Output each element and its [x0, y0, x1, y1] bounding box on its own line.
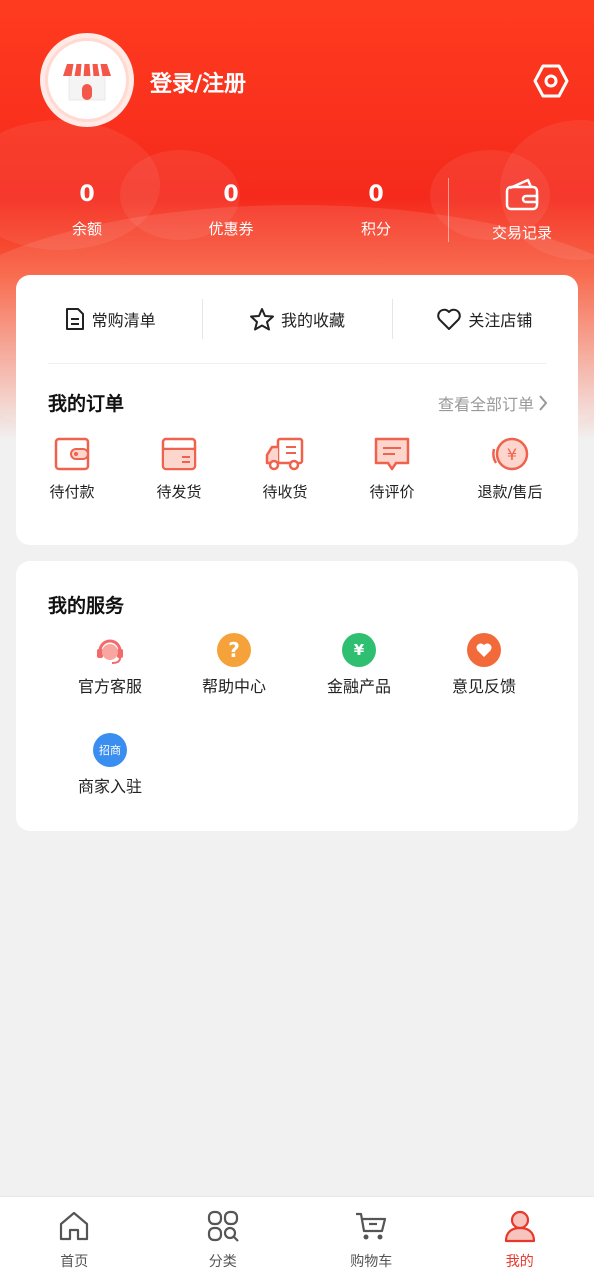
cart-icon	[356, 1212, 387, 1240]
order-label: 退款/售后	[477, 483, 543, 501]
list-icon	[65, 308, 84, 330]
quick-link-label: 常购清单	[91, 311, 156, 330]
order-to-receive[interactable]: 待收货	[240, 435, 330, 502]
wallet-icon	[54, 437, 90, 471]
orders-title: 我的订单	[48, 393, 125, 415]
coupon-value: 0	[223, 182, 239, 207]
service-help-center[interactable]: ? 帮助中心	[179, 633, 289, 697]
quick-link-label: 我的收藏	[280, 311, 345, 330]
service-label: 商家入驻	[77, 777, 142, 796]
divider	[202, 299, 203, 339]
svg-text:¥: ¥	[507, 445, 517, 464]
order-pending-payment[interactable]: 待付款	[27, 435, 117, 502]
finance-glyph: ¥	[353, 641, 365, 659]
merchant-glyph: 招商	[99, 744, 121, 757]
stat-divider	[448, 178, 449, 242]
truck-icon	[265, 437, 304, 471]
tab-label: 分类	[208, 1254, 237, 1270]
settings-icon	[533, 64, 569, 98]
balance-label: 余额	[71, 220, 102, 238]
view-all-label: 查看全部订单	[437, 395, 534, 414]
divider	[392, 299, 393, 339]
quick-link-shopping-list[interactable]: 常购清单	[16, 275, 203, 363]
tab-label: 我的	[505, 1254, 534, 1270]
view-all-orders-link[interactable]: 查看全部订单	[438, 391, 548, 415]
tab-home[interactable]: 首页	[0, 1197, 149, 1280]
merchant-icon: 招商	[93, 733, 127, 767]
wallet-icon	[505, 178, 539, 211]
service-label: 官方客服	[77, 677, 142, 696]
tab-me[interactable]: 我的	[446, 1197, 594, 1280]
services-card: 我的服务 官方客服 ? 帮助中心 ¥ 金融产品 意见反馈 招商 商家入驻	[16, 561, 578, 831]
chevron-right-icon	[539, 395, 548, 411]
order-to-ship[interactable]: 待发货	[134, 435, 224, 502]
heart-icon	[437, 308, 462, 330]
points-stat[interactable]: 0 积分	[316, 180, 436, 239]
order-refund[interactable]: ¥ 退款/售后	[465, 435, 555, 502]
settings-button[interactable]	[532, 62, 570, 100]
tab-label: 首页	[60, 1254, 89, 1270]
finance-icon: ¥	[342, 633, 376, 667]
home-icon	[60, 1211, 89, 1241]
order-label: 待发货	[156, 483, 202, 501]
points-value: 0	[368, 182, 384, 207]
star-icon	[249, 308, 274, 331]
orders-card: 常购清单 我的收藏 关注店铺 我的订单 查看全部订单 待付款 待发货 待收货 待…	[16, 275, 578, 545]
order-label: 待收货	[262, 483, 308, 501]
order-label: 待付款	[49, 483, 95, 501]
tab-category[interactable]: 分类	[149, 1197, 298, 1280]
user-icon	[504, 1210, 535, 1243]
service-merchant-join[interactable]: 招商 商家入驻	[55, 733, 165, 797]
order-label: 待评价	[369, 483, 415, 501]
comment-icon	[374, 437, 410, 471]
feedback-icon	[467, 633, 501, 667]
coupon-stat[interactable]: 0 优惠券	[171, 180, 291, 239]
login-register-link[interactable]: 登录/注册	[150, 66, 246, 98]
transactions-label: 交易记录	[491, 224, 552, 242]
service-finance[interactable]: ¥ 金融产品	[304, 633, 414, 697]
service-feedback[interactable]: 意见反馈	[429, 633, 539, 697]
order-to-review[interactable]: 待评价	[347, 435, 437, 502]
services-title: 我的服务	[48, 595, 125, 617]
tab-cart[interactable]: 购物车	[297, 1197, 446, 1280]
service-label: 帮助中心	[201, 677, 266, 696]
quick-link-favorites[interactable]: 我的收藏	[203, 275, 390, 363]
quick-link-label: 关注店铺	[468, 311, 533, 330]
store-icon	[63, 63, 111, 101]
bottom-tab-bar: 首页 分类 购物车 我的	[0, 1196, 594, 1280]
service-label: 意见反馈	[451, 677, 516, 696]
service-customer-support[interactable]: 官方客服	[55, 633, 165, 697]
headset-icon	[93, 633, 127, 667]
avatar[interactable]	[40, 33, 134, 127]
tab-label: 购物车	[350, 1254, 393, 1270]
category-icon	[207, 1210, 239, 1242]
coupon-label: 优惠券	[208, 220, 254, 238]
question-glyph: ?	[228, 638, 240, 662]
service-label: 金融产品	[326, 677, 391, 696]
balance-value: 0	[79, 182, 95, 207]
question-icon: ?	[217, 633, 251, 667]
balance-stat[interactable]: 0 余额	[27, 180, 147, 239]
quick-link-followed-shops[interactable]: 关注店铺	[391, 275, 578, 363]
points-label: 积分	[360, 220, 391, 238]
box-icon	[161, 437, 197, 471]
divider	[48, 363, 546, 364]
quick-links: 常购清单 我的收藏 关注店铺	[16, 275, 578, 363]
transactions-button[interactable]: 交易记录	[480, 176, 564, 243]
refund-icon: ¥	[492, 437, 529, 471]
